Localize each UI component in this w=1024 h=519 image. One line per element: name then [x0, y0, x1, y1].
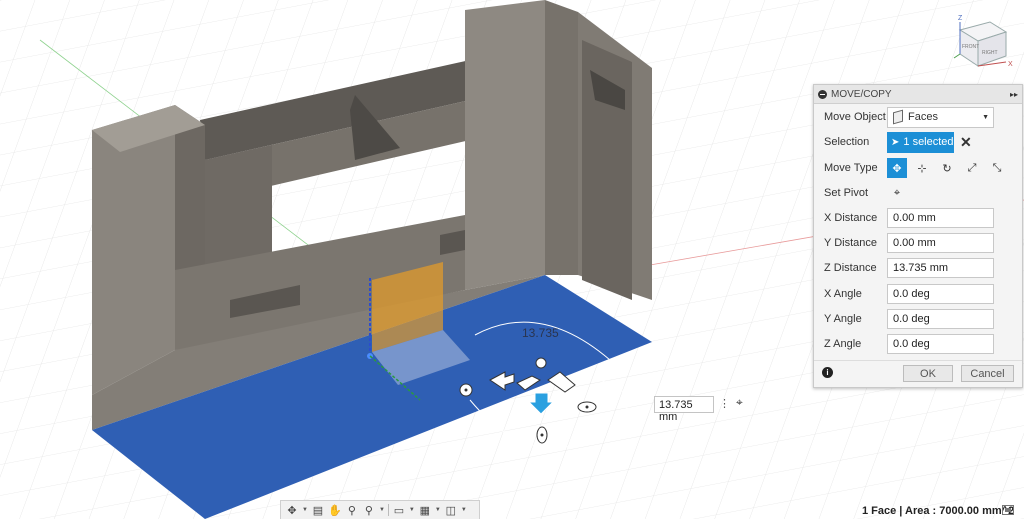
y-angle-field[interactable]: 0.0 deg [887, 309, 994, 329]
cancel-button[interactable]: Cancel [961, 365, 1014, 382]
move-object-value: Faces [908, 111, 938, 123]
move-object-label: Move Object [824, 111, 886, 123]
set-pivot-icon[interactable]: ⌖ [736, 395, 743, 410]
display-settings-icon[interactable]: ▭ [392, 504, 406, 517]
set-pivot-label: Set Pivot [824, 187, 869, 199]
move-copy-dialog: MOVE/COPY ▸▸ Move Object Faces ▼ Selecti… [813, 84, 1023, 388]
more-options-icon[interactable]: ⋮ [719, 397, 730, 410]
pivot-icon[interactable]: ⌖ [887, 183, 907, 203]
cursor-icon: ➤ [891, 136, 900, 148]
viewcube-front-label: FRONT [962, 44, 979, 50]
collapse-icon[interactable] [818, 89, 827, 99]
x-angle-label: X Angle [824, 288, 862, 300]
view-cube[interactable]: FRONT RIGHT Z X [948, 8, 1018, 78]
ok-button[interactable]: OK [903, 365, 953, 382]
z-angle-label: Z Angle [824, 338, 862, 350]
dialog-title: MOVE/COPY [831, 88, 892, 100]
z-angle-field[interactable]: 0.0 deg [887, 334, 994, 354]
navigation-toolbar: ✥ ▼ ▤ ✋ ⚲ ⚲ ▼ ▭ ▼ ▦ ▼ ◫ ▼ [280, 500, 480, 519]
chevron-down-icon[interactable]: ▼ [379, 507, 385, 513]
chevron-down-icon[interactable]: ▼ [302, 507, 308, 513]
z-distance-label: Z Distance [824, 262, 877, 274]
move-object-dropdown[interactable]: Faces ▼ [887, 106, 994, 128]
chevron-down-icon[interactable]: ▼ [409, 507, 415, 513]
distance-input[interactable]: 13.735 mm [654, 396, 714, 423]
x-distance-label: X Distance [824, 212, 878, 224]
manipulator-distance-label: 13.735 [522, 326, 559, 340]
selection-label: Selection [824, 136, 870, 148]
expand-icon[interactable]: ▸▸ [1010, 90, 1018, 99]
grid-icon[interactable]: ▦ [418, 504, 432, 517]
divider [387, 504, 389, 516]
x-angle-field[interactable]: 0.0 deg [887, 284, 994, 304]
free-move-icon[interactable]: ✥ [887, 158, 907, 178]
z-distance-field[interactable]: 13.735 mm [887, 258, 994, 278]
zoom-icon[interactable]: ⚲ [362, 504, 376, 517]
translate-xyz-icon[interactable]: ⊹ [912, 158, 932, 178]
dialog-footer: i OK Cancel [814, 360, 1022, 387]
orbit-icon[interactable]: ✥ [285, 504, 299, 517]
rotate-icon[interactable]: ↻ [937, 158, 957, 178]
selection-button[interactable]: ➤ 1 selected [887, 131, 954, 153]
chevron-down-icon[interactable]: ▼ [461, 507, 467, 513]
selection-status: 1 Face | Area : 7000.00 mm^2 [862, 505, 1015, 517]
y-angle-label: Y Angle [824, 313, 862, 325]
viewcube-right-label: RIGHT [982, 50, 998, 56]
move-type-label: Move Type [824, 162, 878, 174]
look-at-icon[interactable]: ▤ [311, 504, 325, 517]
y-distance-field[interactable]: 0.00 mm [887, 233, 994, 253]
point-to-point-icon[interactable]: ⤢ [962, 158, 982, 178]
selection-value: 1 selected [903, 136, 954, 148]
point-to-position-icon[interactable]: ⤡ [987, 158, 1007, 178]
viewports-icon[interactable]: ◫ [444, 504, 458, 517]
clear-selection-icon[interactable]: ✕ [960, 134, 972, 151]
info-icon[interactable]: i [822, 367, 833, 378]
selection-filter-icon[interactable] [1002, 505, 1014, 515]
y-distance-label: Y Distance [824, 237, 877, 249]
face-icon [893, 109, 903, 125]
pan-icon[interactable]: ✋ [328, 504, 342, 517]
chevron-down-icon[interactable]: ▼ [435, 507, 441, 513]
zoom-window-icon[interactable]: ⚲ [345, 504, 359, 517]
viewcube-z-label: Z [958, 15, 963, 22]
dialog-titlebar[interactable]: MOVE/COPY ▸▸ [814, 85, 1022, 104]
x-distance-field[interactable]: 0.00 mm [887, 208, 994, 228]
viewcube-x-label: X [1008, 61, 1013, 68]
chevron-down-icon: ▼ [982, 113, 989, 121]
